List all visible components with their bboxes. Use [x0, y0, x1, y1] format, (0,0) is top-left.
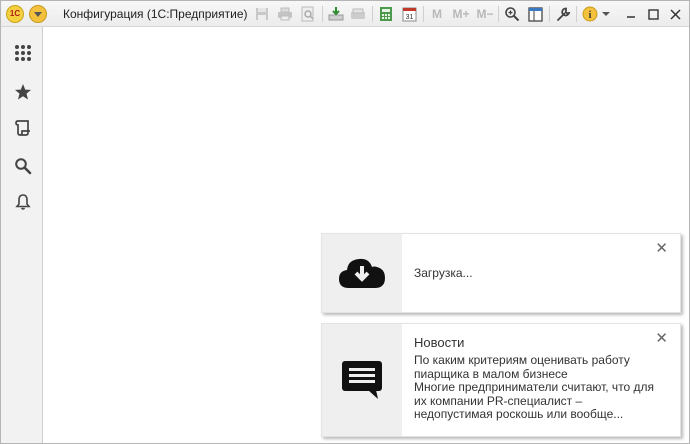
svg-text:31: 31: [405, 14, 413, 21]
toolbar-separator: [576, 6, 577, 22]
notification-title: Новости: [414, 335, 465, 350]
print-preview-icon[interactable]: [299, 5, 317, 23]
main-menu-button[interactable]: [29, 5, 47, 23]
history-scroll-icon[interactable]: [13, 118, 33, 138]
notification-image: [322, 324, 402, 436]
memory-button[interactable]: M: [429, 5, 445, 23]
calculator-icon[interactable]: [377, 5, 395, 23]
notification-news[interactable]: Новости По каким критериям оценивать раб…: [321, 323, 681, 437]
sections-panel: [1, 27, 43, 443]
close-icon[interactable]: ✕: [655, 331, 668, 346]
notification-text[interactable]: По каким критериям оценивать работу пиар…: [414, 353, 674, 422]
toolbar-separator: [322, 6, 323, 22]
toolbar-separator: [549, 6, 550, 22]
1c-logo-icon: 1С: [6, 5, 24, 23]
notification-image: [322, 234, 402, 312]
favorites-star-icon[interactable]: [13, 82, 33, 102]
print-icon[interactable]: [276, 5, 294, 23]
scanner-icon[interactable]: [349, 5, 367, 23]
close-icon[interactable]: [666, 5, 684, 23]
apps-grid-icon[interactable]: [13, 43, 33, 63]
notification-line: их компании PR-специалист –: [414, 393, 583, 408]
search-icon[interactable]: [13, 156, 33, 176]
info-icon[interactable]: i: [581, 5, 599, 23]
notifications-bell-icon[interactable]: [13, 192, 33, 212]
save-icon[interactable]: [253, 5, 271, 23]
notification-line: Многие предприниматели считают, что для: [414, 380, 655, 394]
notification-download[interactable]: Загрузка... ✕: [321, 233, 681, 313]
window-title: Конфигурация (1С:Предприятие): [63, 7, 248, 21]
zoom-icon[interactable]: [503, 5, 521, 23]
calendar-icon[interactable]: 31: [400, 5, 418, 23]
notification-line: пиарщика в малом бизнесе: [414, 366, 568, 381]
notification-message: Загрузка...: [414, 266, 473, 280]
minimize-icon[interactable]: [622, 5, 640, 23]
toolbar-separator: [423, 6, 424, 22]
chevron-down-icon[interactable]: [600, 5, 612, 23]
notification-line: По каким критериям оценивать работу: [414, 353, 630, 367]
toolbar-separator: [498, 6, 499, 22]
save-to-file-icon[interactable]: [327, 5, 345, 23]
maximize-icon[interactable]: [644, 5, 662, 23]
chat-news-icon: [342, 361, 382, 399]
title-bar: 1С Конфигурация (1С:Предприятие) 31 M M+…: [1, 1, 689, 27]
notification-line: недопустимая роскошь или вообще...: [414, 407, 624, 421]
tools-wrench-icon[interactable]: [554, 5, 572, 23]
svg-text:i: i: [589, 10, 592, 21]
cloud-download-icon: [339, 258, 385, 288]
panel-layout-icon[interactable]: [526, 5, 544, 23]
memory-add-button[interactable]: M+: [450, 5, 472, 23]
toolbar-separator: [372, 6, 373, 22]
memory-subtract-button[interactable]: M−: [474, 5, 496, 23]
app-window: 1С Конфигурация (1С:Предприятие) 31 M M+…: [0, 0, 690, 444]
close-icon[interactable]: ✕: [655, 241, 668, 256]
